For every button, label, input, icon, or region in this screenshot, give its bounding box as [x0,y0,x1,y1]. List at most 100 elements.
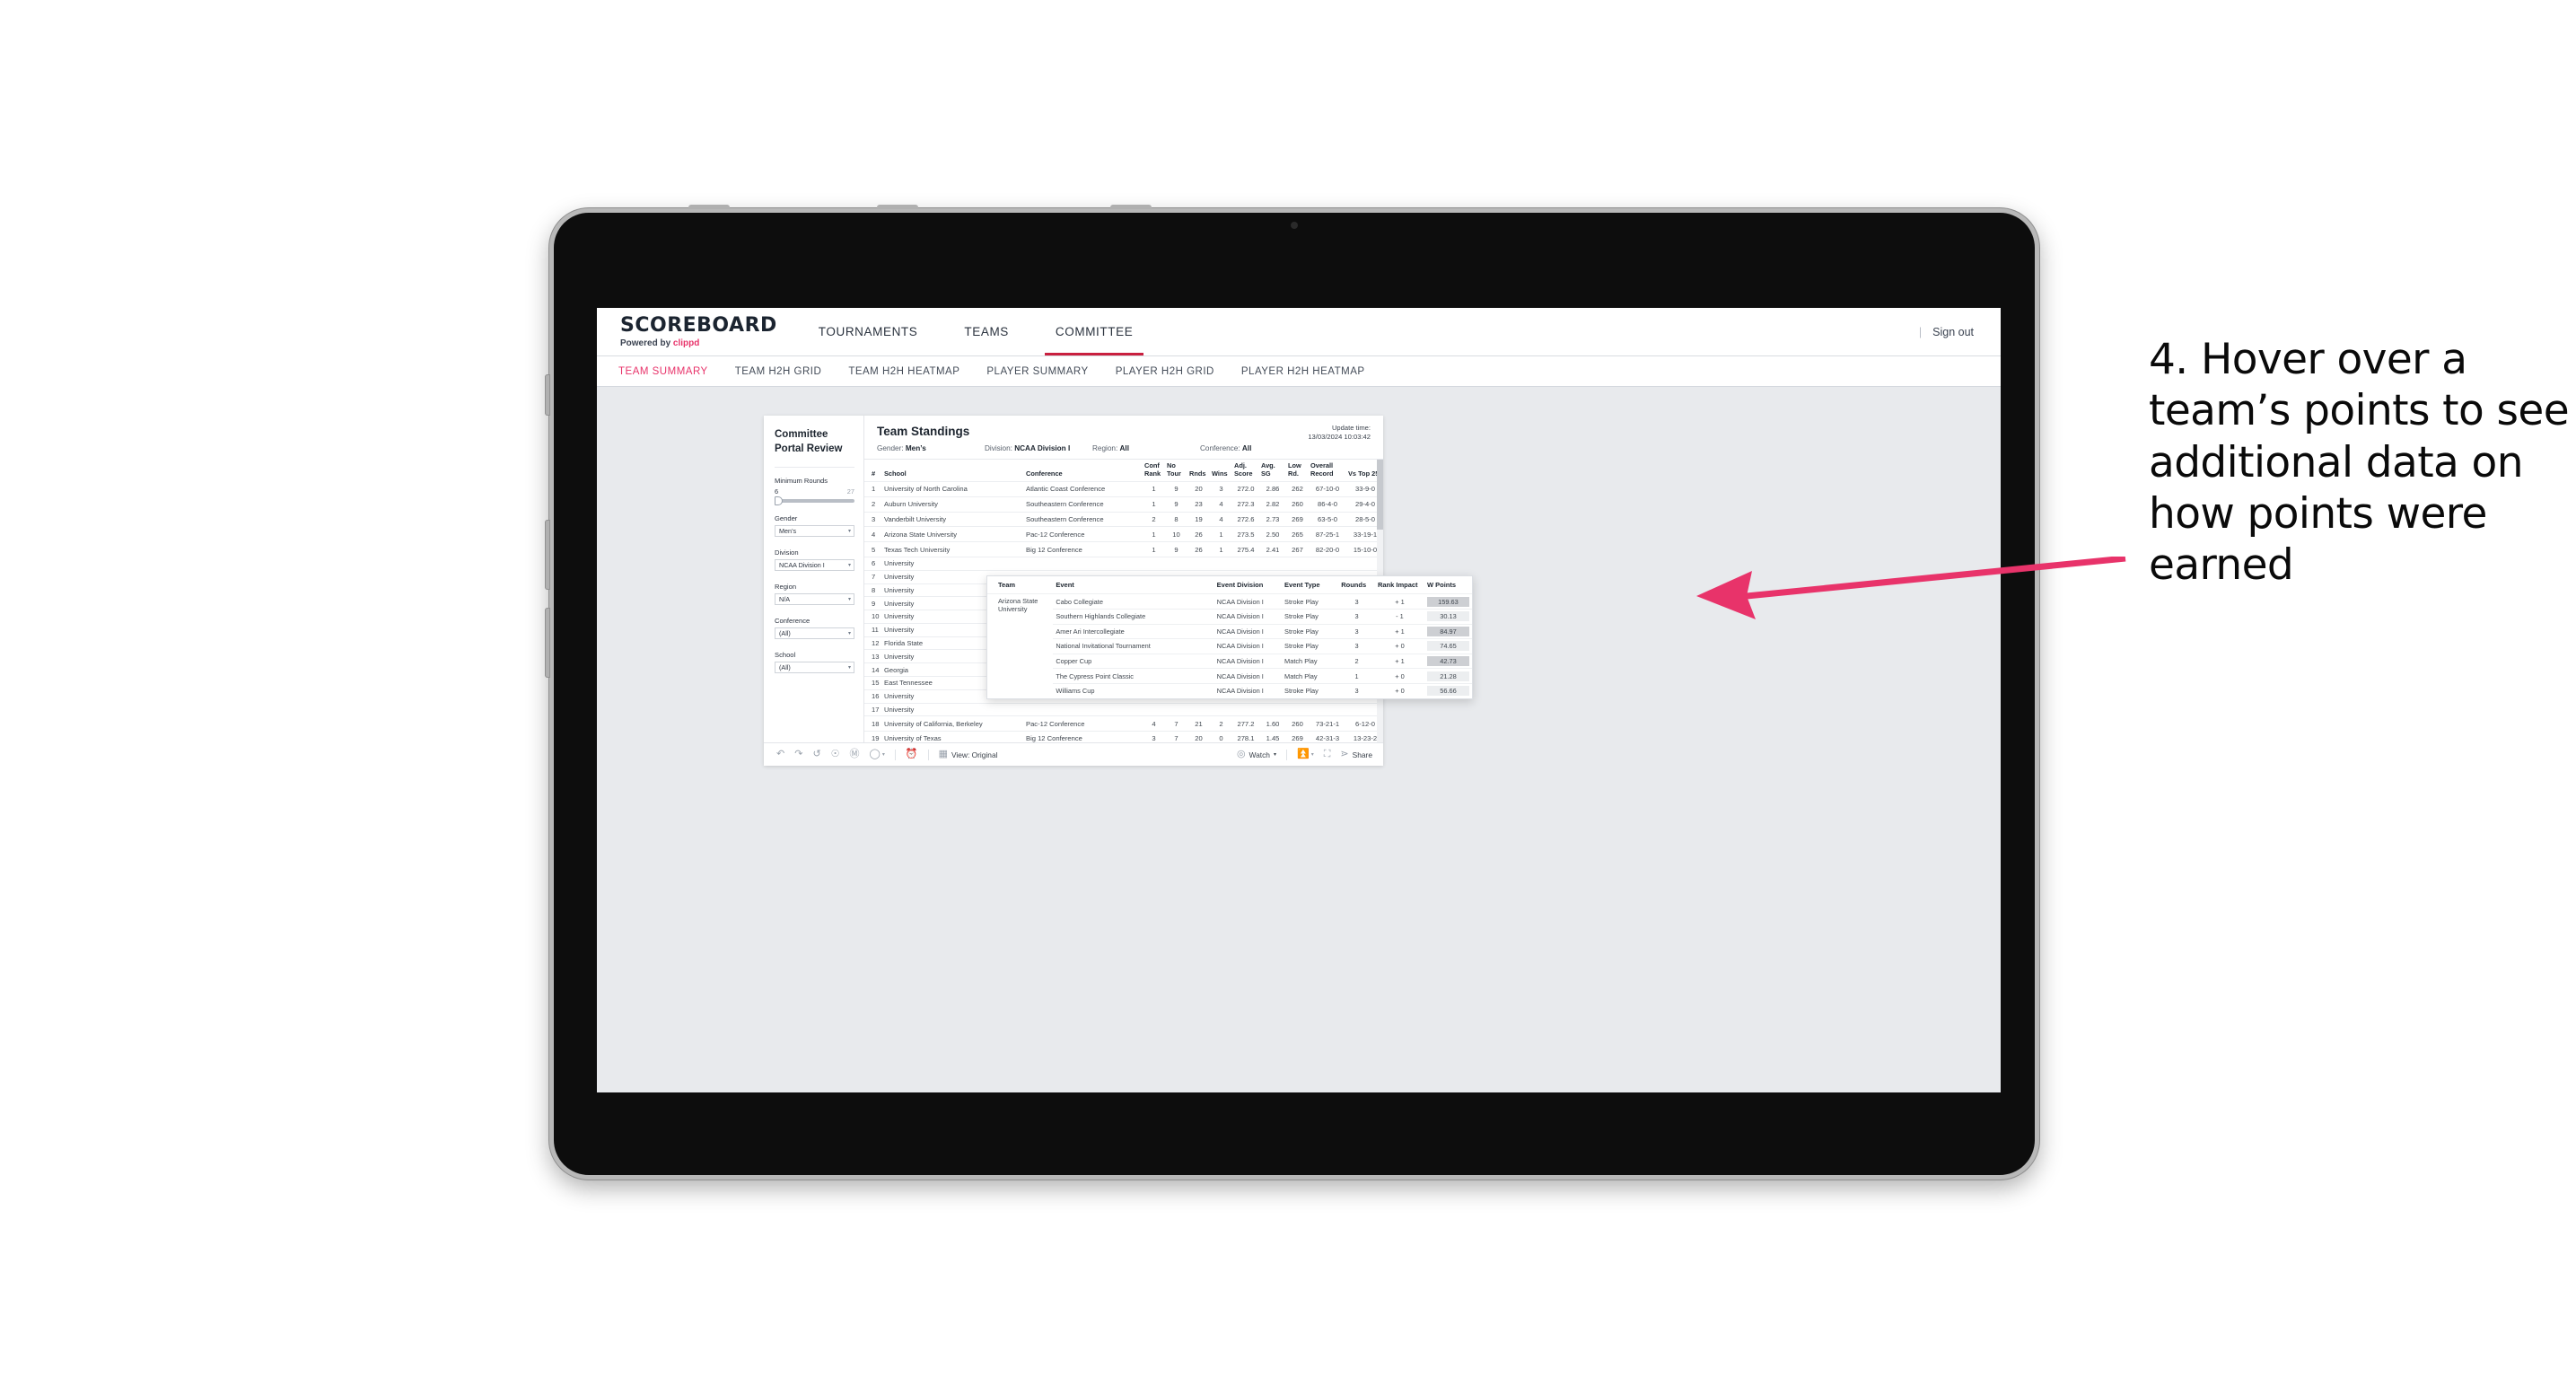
download-icon[interactable]: ⏫ ▾ [1297,750,1314,759]
table-row[interactable]: 5 Texas Tech University Big 12 Conference 1… [864,541,1383,557]
table-row[interactable]: 17 University [864,702,1383,716]
tooltip-table-body: Arizona State University Cabo Collegiate N… [987,593,1472,698]
highlight-icon[interactable]: ◯ ▾ [870,750,885,759]
slider-handle[interactable] [775,496,783,506]
cell-rec: 63-5-0 [1309,511,1346,527]
volume-up-button[interactable] [545,520,550,590]
clock-icon[interactable]: ⏰ [906,750,918,759]
gender-select[interactable]: Men’s ▾ [775,525,854,538]
tab-team-summary[interactable]: TEAM SUMMARY [618,366,708,377]
header-divider: | [1918,325,1923,338]
col-rank[interactable]: # [864,460,882,482]
col-overall-rec[interactable]: Overall Record [1309,460,1346,482]
cell-n: 1 [864,481,882,497]
tip-col-event-division: Event Division [1216,581,1264,590]
tooltip-w-points-value: 74.65 [1426,641,1469,652]
cell-low: 269 [1286,511,1309,527]
cell-school: University of North Carolina [882,481,1024,497]
slider-high-value: 27 [846,487,854,496]
tip-col-event: Event [1056,581,1074,590]
revert-icon[interactable]: ↺ [812,750,820,759]
cell-cr: 1 [1143,496,1165,513]
col-rnds[interactable]: Rnds [1187,460,1210,482]
cell-school: University [882,702,1024,716]
sign-out-link[interactable]: Sign out [1932,326,1974,338]
cell-low: 260 [1286,496,1309,513]
col-conference[interactable]: Conference [1024,460,1143,482]
power-button[interactable] [545,374,550,416]
col-wins[interactable]: Wins [1210,460,1232,482]
tab-team-h2h-grid[interactable]: TEAM H2H GRID [735,366,822,377]
watch-button[interactable]: ◎ Watch ▾ [1237,750,1276,759]
cell-n: 6 [864,556,882,571]
cell-rn [1187,556,1210,571]
tooltip-cell-rank-impact: - 1 [1374,608,1424,625]
table-row[interactable]: 18 University of California, Berkeley Pac-… [864,715,1383,732]
table-row[interactable]: 19 University of Texas Big 12 Conference 3 7… [864,731,1383,742]
division-select[interactable]: NCAA Division I ▾ [775,559,854,572]
cell-conf: Big 12 Conference [1024,731,1143,742]
tab-player-h2h-grid[interactable]: PLAYER H2H GRID [1116,366,1214,377]
cell-low [1286,702,1309,716]
refresh-data-icon[interactable]: ☉ [831,750,840,759]
redo-icon[interactable]: ↷ [794,750,802,759]
share-button[interactable]: ⋗ Share [1340,750,1372,759]
table-scrollbar-thumb[interactable] [1377,460,1383,530]
col-low-rd[interactable]: Low Rd. [1286,460,1309,482]
nav-tournaments[interactable]: TOURNAMENTS [795,308,942,355]
top-button-3 [1110,205,1152,209]
tablet-device-frame: SCOREBOARD Powered by clippd TOURNAMENTS… [545,205,2039,1180]
app-logo[interactable]: SCOREBOARD Powered by clippd [597,315,795,348]
tooltip-cell-event: Amer Ari Intercollegiate [1053,623,1214,639]
volume-down-button[interactable] [545,608,550,678]
table-row[interactable]: 4 Arizona State University Pac-12 Conferen… [864,526,1383,542]
tip-col-event-type: Event Type [1284,581,1320,590]
tooltip-cell-type: Stroke Play [1282,608,1339,625]
portal-review-title: Committee Portal Review [775,428,854,456]
tooltip-cell-event: Williams Cup [1053,682,1214,698]
school-label: School [775,651,796,660]
fullscreen-icon[interactable]: ⛶ [1324,750,1331,759]
viz-meta-3: Conference: All [1200,444,1308,452]
col-conf-rank[interactable]: Conf Rank [1143,460,1165,482]
chevron-down-icon: ▾ [847,563,851,569]
col-no-tour[interactable]: No Tour [1165,460,1187,482]
table-row[interactable]: 3 Vanderbilt University Southeastern Confe… [864,511,1383,527]
cell-rn: 20 [1187,731,1210,742]
cell-n: 15 [864,675,882,690]
view-original-button[interactable]: ▦ View: Original [939,750,998,759]
tab-player-h2h-heatmap[interactable]: PLAYER H2H HEATMAP [1241,366,1365,377]
viz-meta-key: Division: [985,444,1015,452]
cell-school: Auburn University [882,496,1024,513]
cell-cr [1143,556,1165,571]
cell-nt: 9 [1165,481,1187,497]
undo-icon[interactable]: ↶ [776,750,784,759]
pause-updates-icon[interactable]: Ⓜ [850,750,860,759]
header-right: | Sign out [1919,326,2001,338]
chevron-down-icon: ▾ [1273,752,1276,758]
cell-n: 19 [864,731,882,742]
school-select[interactable]: (All) ▾ [775,662,854,674]
region-select[interactable]: N/A ▾ [775,593,854,606]
page-title: Team Standings [877,425,970,438]
nav-committee[interactable]: COMMITTEE [1032,308,1156,355]
table-row[interactable]: 2 Auburn University Southeastern Conferenc… [864,496,1383,513]
tab-team-h2h-heatmap[interactable]: TEAM H2H HEATMAP [848,366,959,377]
tab-player-summary[interactable]: PLAYER SUMMARY [986,366,1088,377]
tip-col-rank-impact: Rank Impact [1377,581,1418,590]
col-avg-sg[interactable]: Avg. SG [1259,460,1286,482]
tooltip-cell-type: Stroke Play [1282,623,1339,639]
tooltip-w-points-value: 159.63 [1426,596,1469,607]
conference-select[interactable]: (All) ▾ [775,627,854,640]
cell-adj: 272.6 [1232,511,1259,527]
cell-w: 4 [1210,496,1232,513]
cell-conf: Southeastern Conference [1024,496,1143,513]
table-row[interactable]: 1 University of North Carolina Atlantic Co… [864,481,1383,497]
tooltip-cell-rounds: 3 [1338,593,1375,610]
col-adj-score[interactable]: Adj. Score [1232,460,1259,482]
cell-sg: 2.41 [1259,541,1286,557]
minimum-rounds-slider[interactable] [775,496,854,506]
col-school[interactable]: School [882,460,1024,482]
table-row[interactable]: 6 University [864,556,1383,571]
nav-teams[interactable]: TEAMS [941,308,1032,355]
